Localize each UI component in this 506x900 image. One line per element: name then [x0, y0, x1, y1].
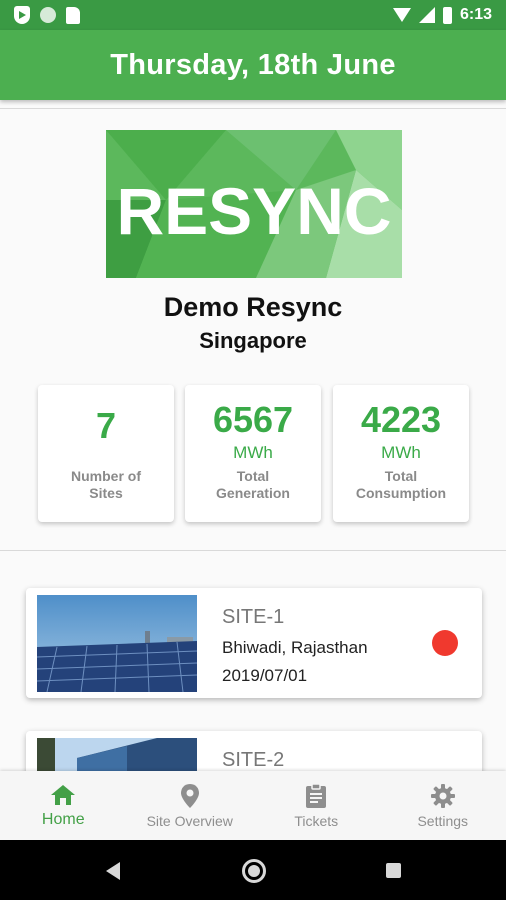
- stat-value: 6567: [212, 399, 294, 440]
- bottom-navigation: Home Site Overview Tickets Settings: [0, 771, 506, 840]
- page-title: Thursday, 18th June: [110, 48, 396, 81]
- nav-settings[interactable]: Settings: [380, 771, 506, 840]
- stat-card-generation[interactable]: 6567 MWh Total Generation: [185, 385, 321, 522]
- status-bar: 6:13: [0, 0, 506, 30]
- site-location: Bhiwadi, Rajasthan: [222, 638, 368, 657]
- circle-icon: [40, 7, 56, 23]
- stat-label: Total Consumption: [355, 468, 447, 501]
- stat-label: Number of Sites: [71, 468, 141, 501]
- clipboard-icon: [306, 783, 327, 808]
- status-indicator: [432, 630, 458, 656]
- back-icon[interactable]: [106, 862, 120, 880]
- site-photo: [37, 595, 197, 692]
- company-logo: RESYNC: [106, 130, 402, 278]
- home-icon: [51, 785, 76, 805]
- recent-apps-icon[interactable]: [386, 863, 401, 878]
- nav-label: Tickets: [294, 813, 339, 829]
- divider: [0, 108, 506, 109]
- home-button-icon[interactable]: [242, 859, 266, 883]
- company-location: Singapore: [199, 328, 307, 353]
- app-bar: Thursday, 18th June: [0, 30, 506, 100]
- signal-icon: [418, 7, 435, 23]
- system-navigation-bar: [0, 840, 506, 900]
- shield-play-icon: [14, 6, 30, 24]
- stat-label: Total Generation: [216, 468, 290, 501]
- status-time: 6:13: [459, 6, 492, 23]
- nav-tickets[interactable]: Tickets: [253, 771, 380, 840]
- site-card-1[interactable]: SITE-1 Bhiwadi, Rajasthan 2019/07/01: [26, 588, 482, 698]
- nav-site-overview[interactable]: Site Overview: [127, 771, 254, 840]
- nav-label: Settings: [417, 813, 469, 829]
- gear-icon: [430, 784, 455, 808]
- logo-text: RESYNC: [116, 174, 391, 248]
- site-date: 2019/07/01: [222, 666, 308, 685]
- nav-home[interactable]: Home: [0, 771, 127, 840]
- stat-unit: MWh: [381, 443, 421, 462]
- company-name: Demo Resync: [163, 292, 343, 322]
- sd-card-icon: [66, 6, 80, 24]
- battery-icon: [442, 6, 452, 24]
- stat-value: 4223: [360, 399, 442, 440]
- site-name: SITE-1: [222, 606, 285, 628]
- wifi-icon: [392, 8, 411, 22]
- divider: [0, 550, 506, 551]
- nav-label: Home: [41, 811, 85, 828]
- stat-unit: MWh: [233, 443, 273, 462]
- stat-card-sites[interactable]: 7 Number of Sites: [38, 385, 174, 522]
- stat-value: 7: [95, 405, 117, 446]
- location-pin-icon: [180, 784, 199, 808]
- nav-label: Site Overview: [146, 813, 233, 829]
- stat-card-consumption[interactable]: 4223 MWh Total Consumption: [333, 385, 469, 522]
- site-name: SITE-2: [222, 749, 285, 771]
